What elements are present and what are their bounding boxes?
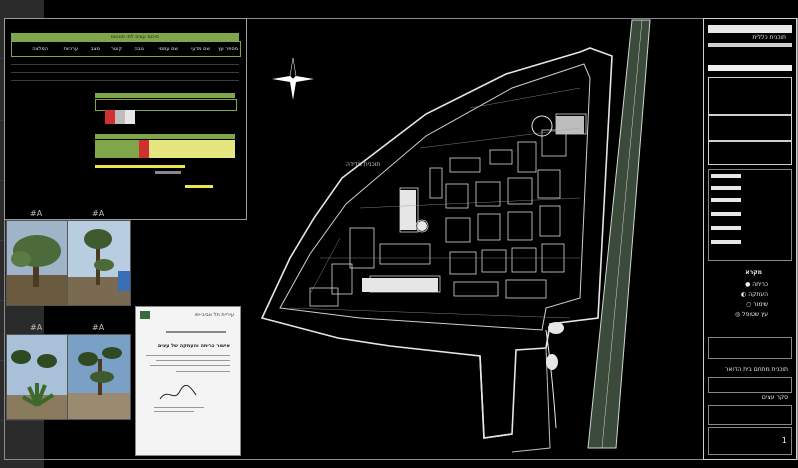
footer-box bbox=[708, 405, 792, 425]
table-row bbox=[11, 57, 239, 65]
header-rule bbox=[708, 43, 792, 47]
table-row bbox=[11, 65, 239, 73]
legend-item: שימור ○ bbox=[746, 301, 768, 308]
site-plan-drawing[interactable]: תוכנית מדידה bbox=[250, 18, 702, 458]
column-header: המלצה bbox=[32, 46, 48, 52]
tree-photo[interactable] bbox=[67, 334, 131, 420]
status-gray-cell bbox=[115, 110, 125, 124]
column-header: ערכיות bbox=[63, 46, 78, 52]
column-header: שם עממי bbox=[158, 46, 179, 52]
revision-table bbox=[708, 115, 792, 141]
photo-tag: #A bbox=[30, 209, 43, 218]
column-header: מצב bbox=[90, 46, 100, 52]
column-header: גובה bbox=[134, 46, 144, 52]
tree-table-sheet: סיכום עצים לפי סטטוס מספר עץ שם מדעי שם … bbox=[4, 18, 247, 220]
footer-box bbox=[708, 377, 792, 393]
table-header-title: סיכום עצים לפי סטטוס bbox=[110, 34, 159, 40]
photo-tag: #A bbox=[30, 323, 43, 332]
note-strip bbox=[155, 171, 181, 174]
legend-title: מקרא bbox=[745, 269, 762, 276]
column-header: שם מדעי bbox=[191, 46, 210, 52]
footer-subtitle: סקר עצים bbox=[761, 394, 788, 401]
approval-letter[interactable]: עיריית תל אביב-יפו אישור כריתה והעתקה של… bbox=[135, 306, 241, 456]
tree-image bbox=[68, 221, 130, 305]
summary-header-bar bbox=[95, 93, 235, 98]
site-plan-label: תוכנית מדידה bbox=[346, 161, 380, 168]
info-box bbox=[708, 77, 792, 115]
title-block-header bbox=[708, 25, 792, 33]
status-light-cell bbox=[125, 110, 135, 124]
footer-title: תוכנית מתחם בית הדואר bbox=[724, 366, 788, 373]
table-header-bar: סיכום עצים לפי סטטוס bbox=[11, 33, 239, 41]
signature bbox=[159, 385, 197, 400]
title-block: תוכנית כללית מקרא כריתה ● העתקה ◐ שימור … bbox=[703, 18, 797, 460]
letter-org: עיריית תל אביב-יפו bbox=[194, 312, 234, 318]
legend-item: כריתה ● bbox=[745, 281, 768, 288]
legend-table bbox=[95, 140, 235, 158]
notes-box bbox=[708, 141, 792, 165]
tree-image bbox=[68, 335, 130, 419]
sheet-number: 1 bbox=[781, 436, 787, 445]
status-red-cell bbox=[105, 110, 115, 124]
legend-item: עץ שטופל ◎ bbox=[735, 311, 768, 318]
tree-photo[interactable] bbox=[6, 220, 68, 306]
sheet-info: 1 bbox=[708, 427, 792, 455]
column-header-row: מספר עץ שם מדעי שם עממי גובה קוטר מצב ער… bbox=[11, 41, 241, 57]
tree-photo[interactable] bbox=[6, 334, 68, 420]
photo-tag: #A bbox=[92, 323, 105, 332]
tree-photo[interactable] bbox=[67, 220, 131, 306]
status-table bbox=[708, 169, 792, 261]
letter-subject: אישור כריתה והעתקה של עצים bbox=[157, 343, 230, 349]
legend-item: העתקה ◐ bbox=[741, 291, 768, 298]
column-header: קוטר bbox=[111, 46, 122, 52]
project-title: תוכנית כללית bbox=[752, 34, 786, 41]
highlight-strip bbox=[185, 185, 213, 188]
palm-tree-image bbox=[7, 335, 67, 419]
letter-line bbox=[166, 331, 226, 333]
column-header: מספר עץ bbox=[217, 46, 238, 52]
photo-tag: #A bbox=[92, 209, 105, 218]
table-row bbox=[11, 73, 239, 81]
legend-header-bar bbox=[95, 134, 235, 139]
info-bar bbox=[708, 65, 792, 71]
olive-tree-image bbox=[7, 221, 67, 305]
highlight-strip bbox=[95, 165, 185, 168]
stamp-row bbox=[708, 337, 792, 359]
org-logo bbox=[140, 311, 150, 319]
